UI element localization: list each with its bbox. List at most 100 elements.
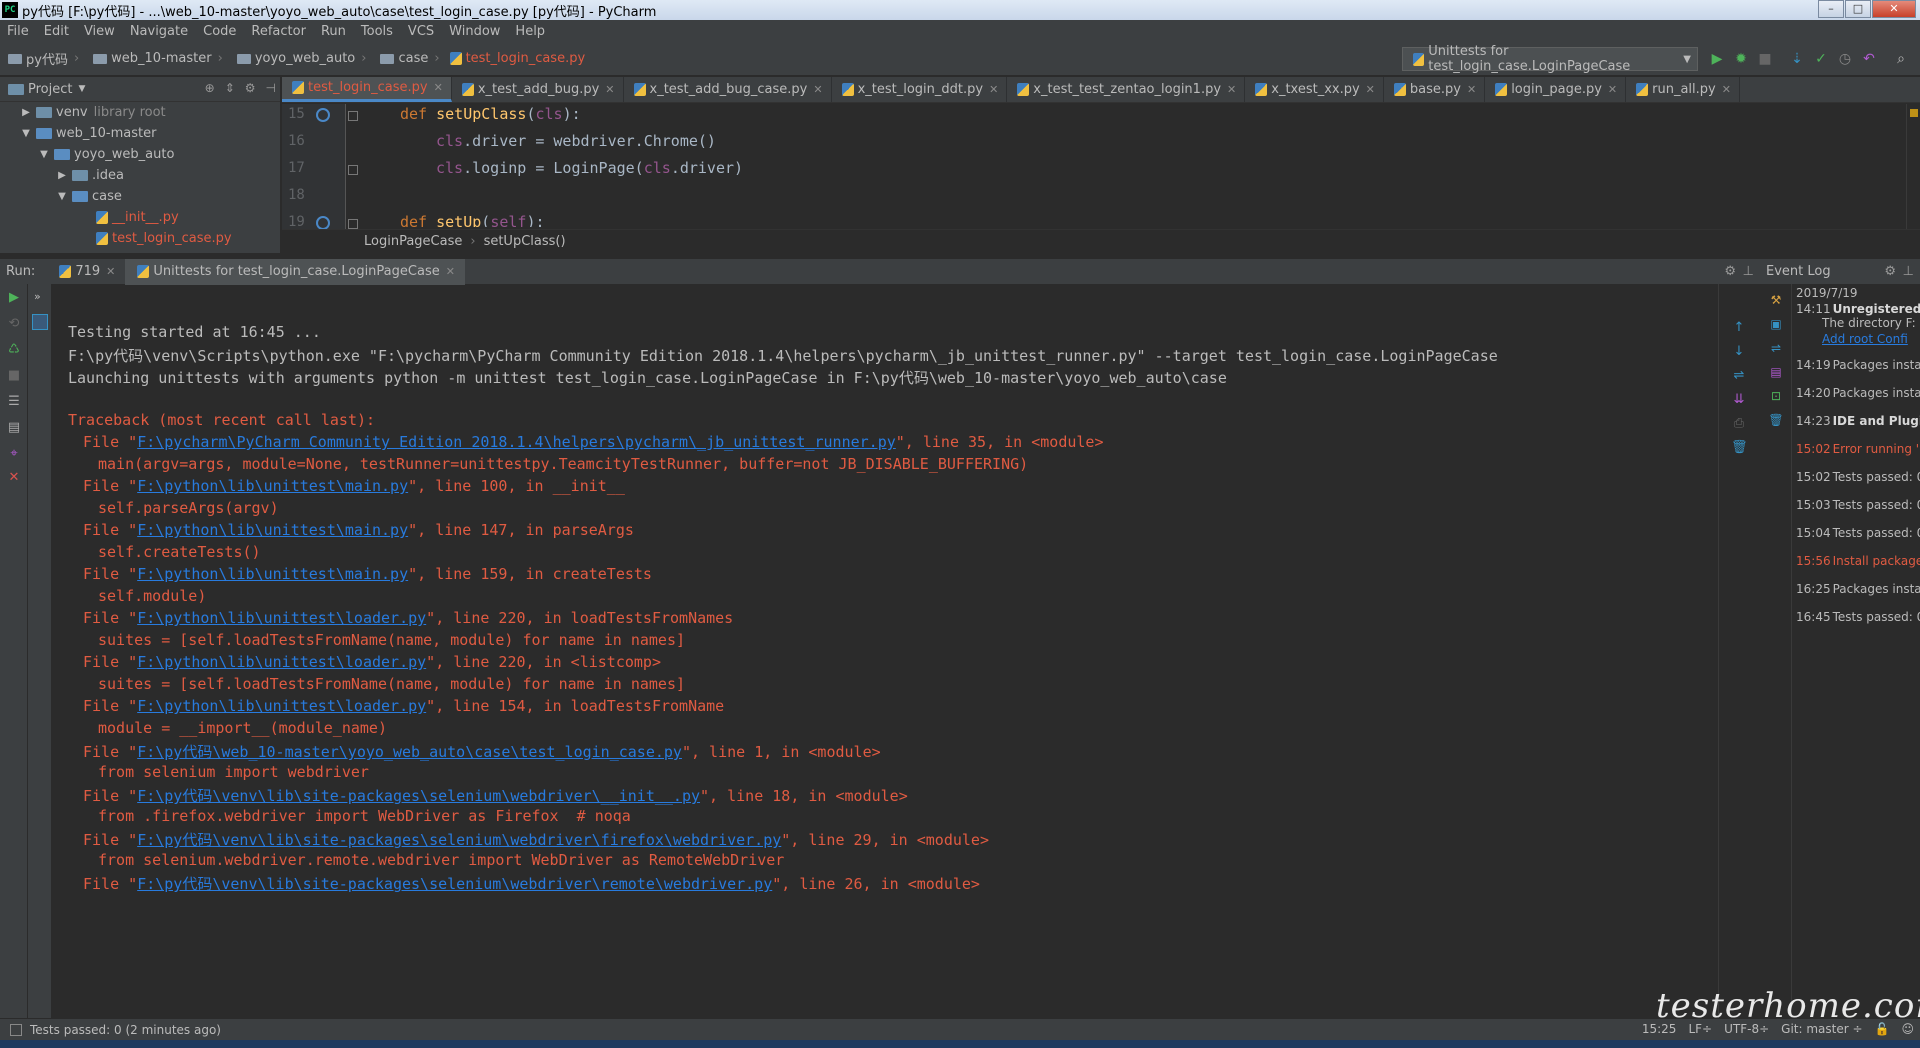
traceback-file-link[interactable]: F:\python\lib\unittest\loader.py — [137, 697, 426, 715]
tab-login-page[interactable]: login_page.py ✕ — [1485, 77, 1627, 102]
stop-icon[interactable]: ■ — [6, 368, 22, 384]
traceback-file-link[interactable]: F:\python\lib\unittest\main.py — [137, 521, 408, 539]
close-run-icon[interactable]: ✕ — [6, 470, 22, 486]
print-icon[interactable]: ⎙ — [1731, 416, 1747, 432]
close-icon[interactable]: ✕ — [1227, 83, 1236, 96]
breadcrumb-project[interactable]: py代码 › — [0, 49, 79, 68]
menu-tools[interactable]: Tools — [354, 24, 401, 39]
tab-base[interactable]: base.py ✕ — [1384, 77, 1486, 102]
run-icon[interactable]: ▶ — [1709, 51, 1725, 67]
collapse-icon[interactable]: ⇕ — [225, 81, 235, 95]
tree-item-yoyo-web-auto[interactable]: ▼ yoyo_web_auto — [0, 144, 280, 165]
run-tab-unittests[interactable]: Unittests for test_login_case.LoginPageC… — [125, 258, 465, 285]
arrow-down-icon[interactable]: ↓ — [1731, 344, 1747, 360]
traceback-file-link[interactable]: F:\py代码\venv\lib\site-packages\selenium\… — [137, 787, 700, 805]
fold-icon[interactable] — [348, 165, 358, 175]
gear-icon[interactable]: ⚙ — [245, 81, 256, 95]
close-icon[interactable]: ✕ — [446, 265, 455, 278]
close-icon[interactable]: ✕ — [989, 83, 998, 96]
traceback-file-link[interactable]: F:\py代码\web_10-master\yoyo_web_auto\case… — [137, 743, 682, 761]
event-log-entry[interactable]: 15:02 Error running 'U — [1796, 442, 1920, 456]
revert-icon[interactable]: ↶ — [1861, 51, 1877, 67]
minimize-button[interactable]: – — [1818, 0, 1844, 18]
stop-icon[interactable]: ■ — [1757, 51, 1773, 67]
close-icon[interactable]: ✕ — [1608, 83, 1617, 96]
status-message[interactable]: Tests passed: 0 (2 minutes ago) — [30, 1023, 221, 1037]
traceback-file-link[interactable]: F:\python\lib\unittest\loader.py — [137, 609, 426, 627]
mark-read-icon[interactable]: ▣ — [1768, 316, 1784, 332]
tab-x-test-test-zentao-login1[interactable]: x_test_test_zentao_login1.py ✕ — [1007, 77, 1246, 102]
console-output[interactable]: Testing started at 16:45 ... F:\py代码\ven… — [52, 311, 1718, 1018]
traceback-file-link[interactable]: F:\python\lib\unittest\main.py — [137, 477, 408, 495]
fold-icon[interactable] — [348, 219, 358, 229]
menu-view[interactable]: View — [77, 24, 123, 39]
hide-icon[interactable]: ⊣ — [266, 81, 276, 95]
fold-icon[interactable] — [348, 111, 358, 121]
tab-test-login-case[interactable]: test_login_case.py ✕ — [282, 77, 452, 102]
code-line-19[interactable]: def setUp(self): — [400, 213, 545, 227]
tree-item-test-login-case-py[interactable]: test_login_case.py — [0, 228, 280, 249]
breadcrumb-class[interactable]: LoginPageCase — [364, 234, 462, 249]
event-log-entry[interactable]: 15:02 Tests passed: 0 — [1796, 470, 1920, 484]
warning-icon[interactable] — [1910, 109, 1918, 117]
tool-windows-icon[interactable] — [10, 1023, 22, 1036]
tree-item-web-10-master[interactable]: ▼ web_10-master — [0, 123, 280, 144]
breadcrumb-case[interactable]: case › — [372, 51, 440, 66]
code-line-15[interactable]: def setUpClass(cls): — [400, 105, 581, 123]
close-icon[interactable]: ✕ — [1366, 83, 1375, 96]
pin-icon[interactable]: ⌖ — [6, 446, 22, 462]
tree-item-idea[interactable]: ▶ .idea — [0, 165, 280, 186]
menu-code[interactable]: Code — [196, 24, 244, 39]
soft-wrap-icon[interactable]: ⇌ — [1768, 340, 1784, 356]
code-line-16[interactable]: cls.driver = webdriver.Chrome() — [436, 132, 716, 150]
code-line-17[interactable]: cls.loginp = LoginPage(cls.driver) — [436, 159, 743, 177]
run-configuration-select[interactable]: Unittests for test_login_case.LoginPageC… — [1402, 44, 1698, 74]
debug-icon[interactable]: ✹ — [1733, 51, 1749, 67]
tab-run-all[interactable]: run_all.py ✕ — [1626, 77, 1740, 102]
restart-icon[interactable]: ⟲ — [6, 316, 22, 332]
layout-icon[interactable]: ☰ — [6, 394, 22, 410]
tab-x-test-login-ddt[interactable]: x_test_login_ddt.py ✕ — [832, 77, 1008, 102]
menu-vcs[interactable]: VCS — [401, 24, 442, 39]
event-log-entry[interactable]: Add root Confi — [1822, 332, 1908, 346]
close-icon[interactable]: ✕ — [813, 83, 822, 96]
menu-window[interactable]: Window — [442, 24, 508, 39]
tab-x-txest-xx[interactable]: x_txest_xx.py ✕ — [1245, 77, 1384, 102]
tree-item-case[interactable]: ▼ case — [0, 186, 280, 207]
vcs-history-icon[interactable]: ◷ — [1837, 51, 1853, 67]
test-tree-icon[interactable] — [32, 314, 48, 330]
search-icon[interactable]: ⌕ — [1893, 51, 1909, 67]
settings-icon[interactable]: ⚒ — [1768, 292, 1784, 308]
close-icon[interactable]: ✕ — [1722, 83, 1731, 96]
breadcrumb-file[interactable]: test_login_case.py — [446, 51, 585, 66]
event-log-entry[interactable]: 15:03 Tests passed: 0 — [1796, 498, 1920, 512]
menu-file[interactable]: File — [0, 24, 37, 39]
run-tab-719[interactable]: 719 ✕ — [47, 259, 125, 285]
arrow-up-icon[interactable]: ↑ — [1731, 320, 1747, 336]
rerun-failed-icon[interactable]: ♺ — [6, 342, 22, 358]
hide-icon[interactable]: ⊥ — [1743, 264, 1754, 279]
traceback-file-link[interactable]: F:\python\lib\unittest\loader.py — [137, 653, 426, 671]
expand-icon[interactable]: ⊡ — [1768, 388, 1784, 404]
override-marker-icon[interactable] — [316, 108, 330, 122]
menu-refactor[interactable]: Refactor — [244, 24, 314, 39]
scroll-to-end-icon[interactable]: ⇊ — [1731, 392, 1747, 408]
close-icon[interactable]: ✕ — [605, 83, 614, 96]
breadcrumb-yoyo-web-auto[interactable]: yoyo_web_auto › — [229, 51, 366, 66]
tab-x-test-add-bug-case[interactable]: x_test_add_bug_case.py ✕ — [624, 77, 832, 102]
event-log-list[interactable]: 2019/7/19 14:11 Unregistered The directory… — [1792, 284, 1920, 1018]
expand-icon[interactable]: » — [34, 290, 41, 303]
rerun-icon[interactable]: ▶ — [6, 290, 22, 306]
menu-navigate[interactable]: Navigate — [123, 24, 196, 39]
layout2-icon[interactable]: ▤ — [6, 420, 22, 436]
close-icon[interactable]: ✕ — [1467, 83, 1476, 96]
close-icon[interactable]: ✕ — [434, 81, 443, 94]
hide-icon[interactable]: ⊥ — [1903, 264, 1914, 279]
event-log-entry[interactable]: 14:19 Packages install — [1796, 358, 1920, 372]
trash-icon[interactable]: 🗑 — [1731, 440, 1748, 456]
event-log-entry[interactable]: 14:20 Packages install — [1796, 386, 1920, 400]
event-log-entry[interactable]: 16:45 Tests passed: 0 — [1796, 610, 1920, 624]
tab-x-test-add-bug[interactable]: x_test_add_bug.py ✕ — [452, 77, 624, 102]
maximize-button[interactable]: □ — [1845, 0, 1871, 18]
close-icon[interactable]: ✕ — [106, 265, 115, 278]
